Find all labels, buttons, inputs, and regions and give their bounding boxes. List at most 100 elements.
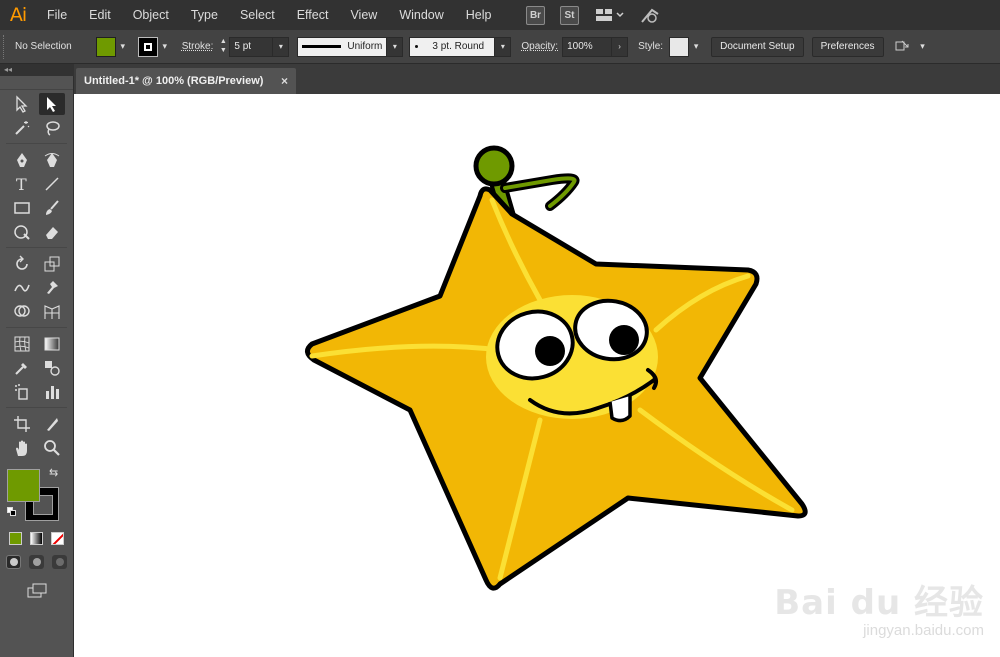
artboard-tool-icon[interactable] bbox=[9, 413, 35, 435]
stroke-swatch[interactable] bbox=[137, 36, 158, 57]
chevron-down-icon[interactable]: ▾ bbox=[916, 37, 930, 57]
arrange-documents-button[interactable] bbox=[593, 5, 627, 25]
paintbrush-tool-icon[interactable] bbox=[39, 197, 65, 219]
eraser-tool-icon[interactable] bbox=[39, 221, 65, 243]
puppet-warp-tool-icon[interactable] bbox=[39, 277, 65, 299]
curvature-tool-icon[interactable] bbox=[39, 149, 65, 171]
magic-wand-tool-icon[interactable] bbox=[9, 117, 35, 139]
arrange-icon[interactable] bbox=[890, 37, 916, 57]
blend-tool-icon[interactable] bbox=[39, 357, 65, 379]
swap-fill-stroke-icon[interactable]: ⇆ bbox=[49, 466, 58, 479]
menu-edit[interactable]: Edit bbox=[78, 0, 122, 30]
watermark-text: Bai du 经验 bbox=[774, 583, 984, 623]
scale-tool-icon[interactable] bbox=[39, 253, 65, 275]
document-tab[interactable]: Untitled-1* @ 100% (RGB/Preview) × bbox=[76, 68, 296, 94]
fill-stroke-widget: ⇆ bbox=[0, 464, 73, 526]
slice-tool-icon[interactable] bbox=[39, 413, 65, 435]
app-logo: Ai bbox=[9, 4, 27, 26]
menu-view[interactable]: View bbox=[339, 0, 388, 30]
rotate-tool-icon[interactable] bbox=[9, 253, 35, 275]
document-tab-bar: Untitled-1* @ 100% (RGB/Preview) × bbox=[74, 64, 1000, 94]
line-segment-tool-icon[interactable] bbox=[39, 173, 65, 195]
tools-panel: T ⇆ bbox=[0, 76, 74, 657]
star-character-artwork[interactable] bbox=[74, 94, 1000, 657]
bridge-icon: Br bbox=[526, 5, 545, 25]
gpu-performance-button[interactable] bbox=[639, 5, 661, 25]
menu-type[interactable]: Type bbox=[180, 0, 229, 30]
variable-width-profile[interactable]: Uniform bbox=[297, 36, 388, 57]
color-mode-icon[interactable] bbox=[9, 531, 22, 545]
selection-status: No Selection bbox=[15, 41, 72, 52]
chevron-down-icon[interactable]: ▾ bbox=[387, 36, 404, 57]
chevron-down-icon[interactable]: ▾ bbox=[116, 37, 130, 57]
chevron-down-icon[interactable]: ▾ bbox=[158, 37, 172, 57]
menu-file[interactable]: File bbox=[36, 0, 78, 30]
menu-select[interactable]: Select bbox=[229, 0, 286, 30]
pen-tool-icon[interactable] bbox=[9, 149, 35, 171]
watermark-url: jingyan.baidu.com bbox=[863, 622, 984, 639]
rectangle-tool-icon[interactable] bbox=[9, 197, 35, 219]
draw-behind-icon[interactable] bbox=[29, 555, 44, 569]
preferences-button[interactable]: Preferences bbox=[811, 36, 884, 57]
artboard-canvas[interactable]: Bai du 经验 jingyan.baidu.com bbox=[74, 94, 1000, 657]
draw-inside-icon[interactable] bbox=[52, 555, 67, 569]
tools-panel-collapse[interactable]: ◂◂ bbox=[0, 64, 74, 76]
shape-builder-tool-icon[interactable] bbox=[9, 301, 35, 323]
arrange-documents-icon bbox=[595, 9, 624, 21]
svg-text:T: T bbox=[16, 175, 27, 193]
chevron-down-icon[interactable]: ▾ bbox=[689, 37, 703, 57]
baidu-watermark: Bai du 经验 jingyan.baidu.com bbox=[774, 575, 984, 639]
menu-effect[interactable]: Effect bbox=[286, 0, 340, 30]
opacity-field[interactable]: 100% bbox=[562, 36, 613, 57]
type-tool-icon[interactable]: T bbox=[9, 173, 35, 195]
menu-object[interactable]: Object bbox=[122, 0, 180, 30]
profile-line bbox=[302, 45, 342, 48]
menu-window[interactable]: Window bbox=[388, 0, 454, 30]
hand-tool-icon[interactable] bbox=[9, 437, 35, 459]
stock-button[interactable]: St bbox=[559, 5, 581, 25]
stroke-weight-stepper[interactable]: ▲ ▼ bbox=[217, 37, 229, 57]
brush-label: 3 pt. Round bbox=[432, 41, 485, 52]
perspective-grid-tool-icon[interactable] bbox=[39, 301, 65, 323]
document-setup-button[interactable]: Document Setup bbox=[711, 36, 804, 57]
opacity-label[interactable]: Opacity: bbox=[521, 41, 558, 52]
close-icon[interactable]: × bbox=[281, 74, 288, 88]
menu-bar: Ai File Edit Object Type Select Effect V… bbox=[0, 0, 1000, 30]
stroke-swatch-inner bbox=[143, 42, 152, 51]
document-tab-title: Untitled-1* @ 100% (RGB/Preview) bbox=[84, 75, 264, 87]
draw-normal-icon[interactable] bbox=[6, 555, 21, 569]
chevron-right-icon[interactable]: › bbox=[612, 36, 629, 57]
brush-dot bbox=[415, 45, 419, 48]
chevron-down-icon[interactable]: ▾ bbox=[273, 36, 290, 57]
control-bar: No Selection ▾ ▾ Stroke: ▲ ▼ 5 pt ▾ Unifo… bbox=[0, 30, 1000, 64]
stock-icon: St bbox=[560, 5, 579, 25]
chevron-down-icon[interactable]: ▾ bbox=[495, 36, 512, 57]
default-fill-stroke-icon[interactable] bbox=[7, 507, 16, 516]
bridge-button[interactable]: Br bbox=[525, 5, 547, 25]
gradient-mode-icon[interactable] bbox=[30, 531, 43, 545]
stroke-weight-field[interactable]: 5 pt bbox=[229, 36, 274, 57]
fill-color-box[interactable] bbox=[7, 469, 40, 502]
mesh-tool-icon[interactable] bbox=[9, 333, 35, 355]
column-graph-tool-icon[interactable] bbox=[39, 381, 65, 403]
none-mode-icon[interactable] bbox=[51, 531, 64, 545]
style-swatch[interactable] bbox=[669, 36, 690, 57]
lasso-tool-icon[interactable] bbox=[39, 117, 65, 139]
menu-help[interactable]: Help bbox=[455, 0, 503, 30]
eyedropper-tool-icon[interactable] bbox=[9, 357, 35, 379]
stroke-label[interactable]: Stroke: bbox=[182, 41, 214, 52]
gradient-tool-icon[interactable] bbox=[39, 333, 65, 355]
antenna-ball bbox=[473, 145, 515, 187]
brush-definition[interactable]: 3 pt. Round bbox=[409, 36, 496, 57]
direct-selection-tool-icon[interactable] bbox=[9, 93, 35, 115]
panel-grip[interactable] bbox=[3, 34, 9, 59]
warp-tool-icon[interactable] bbox=[9, 277, 35, 299]
shaper-tool-icon[interactable] bbox=[9, 221, 35, 243]
tools-panel-header[interactable] bbox=[0, 76, 73, 90]
symbol-sprayer-tool-icon[interactable] bbox=[9, 381, 35, 403]
zoom-tool-icon[interactable] bbox=[39, 437, 65, 459]
selection-tool-icon[interactable] bbox=[38, 93, 65, 115]
fill-swatch[interactable] bbox=[95, 36, 116, 57]
gpu-performance-icon bbox=[640, 8, 659, 23]
screen-mode-icon[interactable] bbox=[24, 580, 50, 602]
